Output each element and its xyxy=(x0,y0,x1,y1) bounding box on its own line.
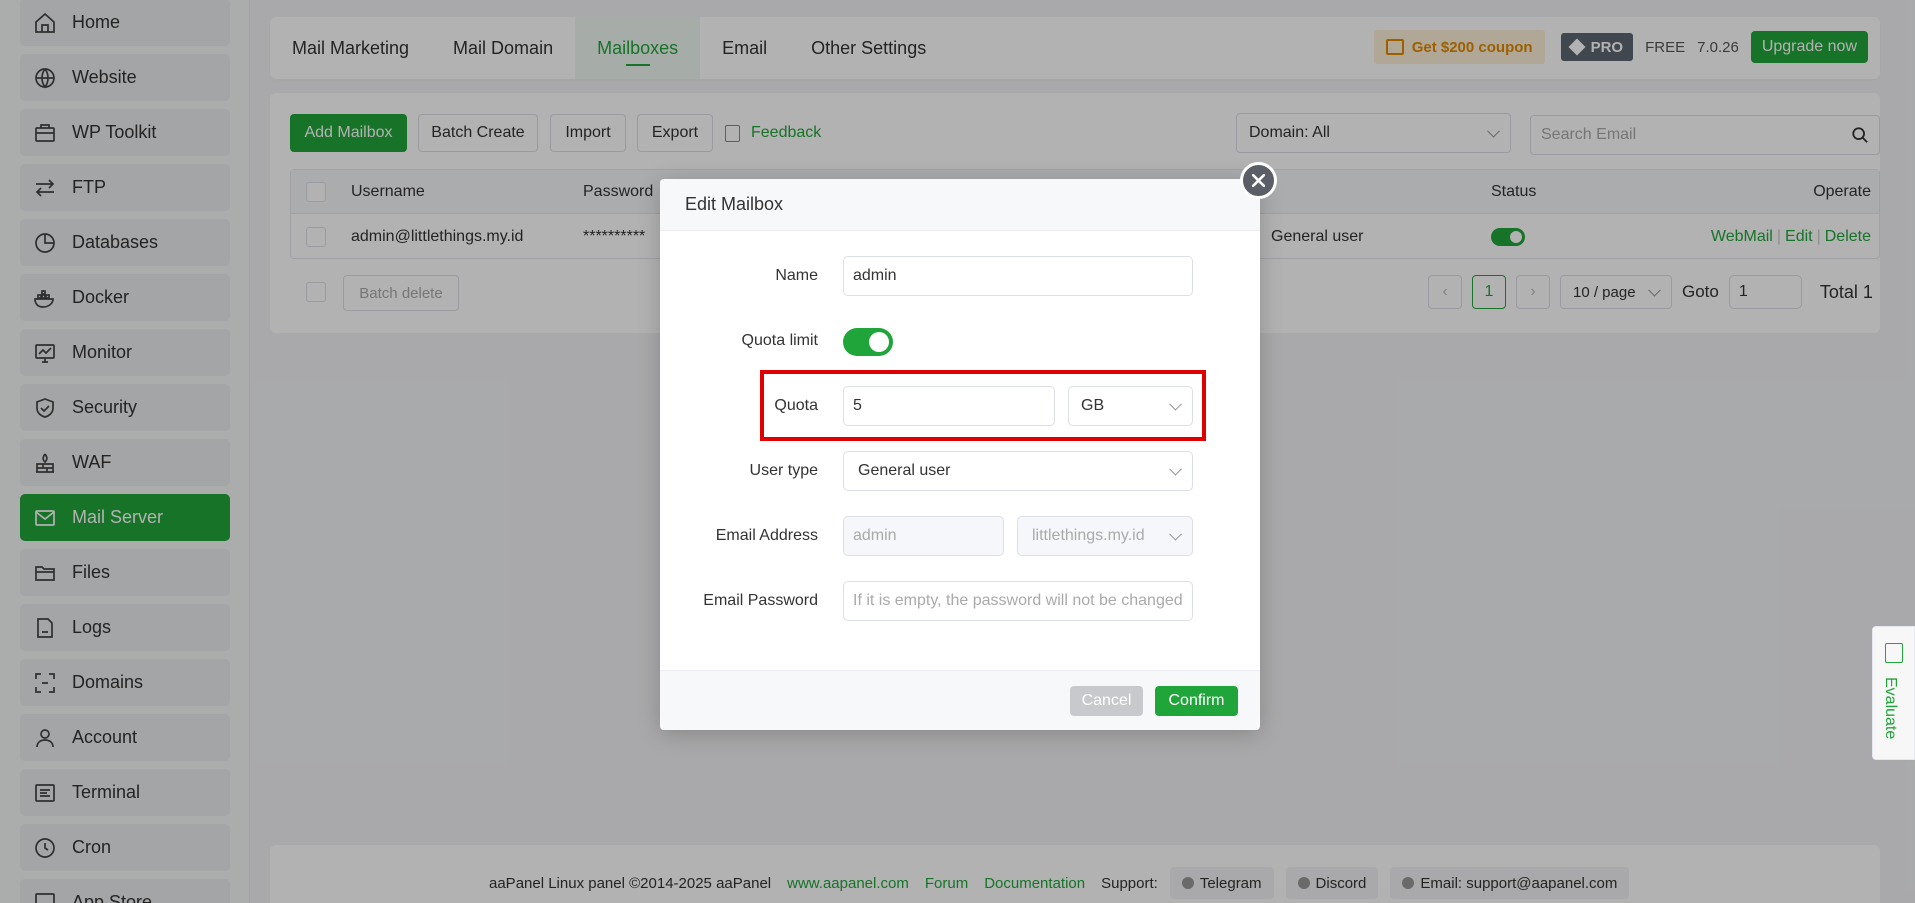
close-icon xyxy=(1251,173,1266,188)
cancel-button[interactable]: Cancel xyxy=(1070,686,1143,716)
quota-label: Quota xyxy=(774,397,818,414)
email-domain-select: littlethings.my.id xyxy=(1017,516,1193,556)
email-password-input[interactable]: If it is empty, the password will not be… xyxy=(843,581,1193,621)
quota-limit-label: Quota limit xyxy=(741,332,818,349)
chevron-down-icon xyxy=(1169,527,1182,541)
name-input[interactable]: admin xyxy=(843,256,1193,296)
evaluate-label: Evaluate xyxy=(1882,677,1899,740)
user-type-select[interactable]: General user xyxy=(843,451,1193,491)
chevron-down-icon xyxy=(1169,462,1182,476)
email-local-input: admin xyxy=(843,516,1004,556)
email-password-label: Email Password xyxy=(703,592,818,609)
close-button[interactable] xyxy=(1240,162,1277,199)
email-domain-value: littlethings.my.id xyxy=(1032,527,1145,544)
user-type-label: User type xyxy=(749,462,818,479)
dialog-header: Edit Mailbox xyxy=(660,179,1260,231)
quota-unit-select[interactable]: GB xyxy=(1068,386,1193,426)
quota-unit-value: GB xyxy=(1081,397,1105,414)
confirm-button[interactable]: Confirm xyxy=(1155,686,1238,716)
dialog-footer: Cancel Confirm xyxy=(660,670,1260,730)
evaluate-icon xyxy=(1885,643,1903,663)
user-type-value: General user xyxy=(858,462,951,479)
chevron-down-icon xyxy=(1169,397,1182,411)
quota-input[interactable]: 5 xyxy=(843,386,1055,426)
edit-mailbox-dialog: Edit Mailbox Name admin Quota limit Quot… xyxy=(660,162,1277,730)
name-label: Name xyxy=(775,267,818,284)
quota-limit-toggle[interactable] xyxy=(843,328,893,356)
dialog-title: Edit Mailbox xyxy=(685,194,784,214)
evaluate-tab[interactable]: Evaluate xyxy=(1872,626,1915,760)
email-address-label: Email Address xyxy=(715,527,818,544)
